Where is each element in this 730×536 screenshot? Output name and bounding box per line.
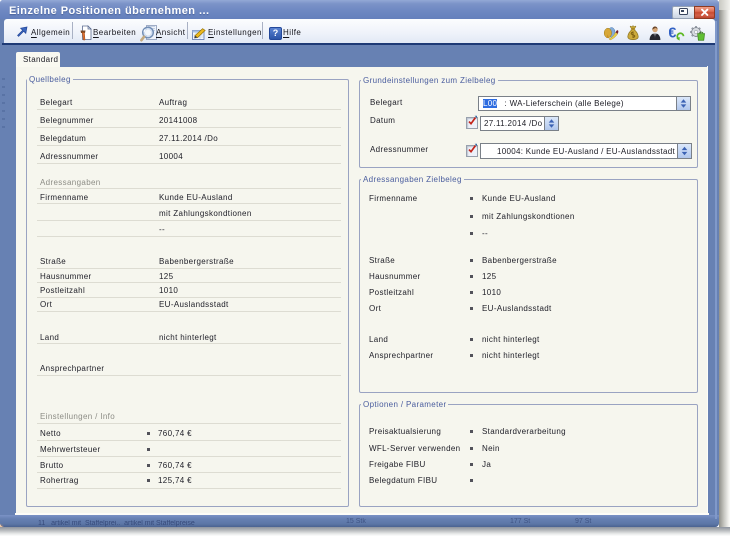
- svg-text:€: €: [669, 25, 677, 41]
